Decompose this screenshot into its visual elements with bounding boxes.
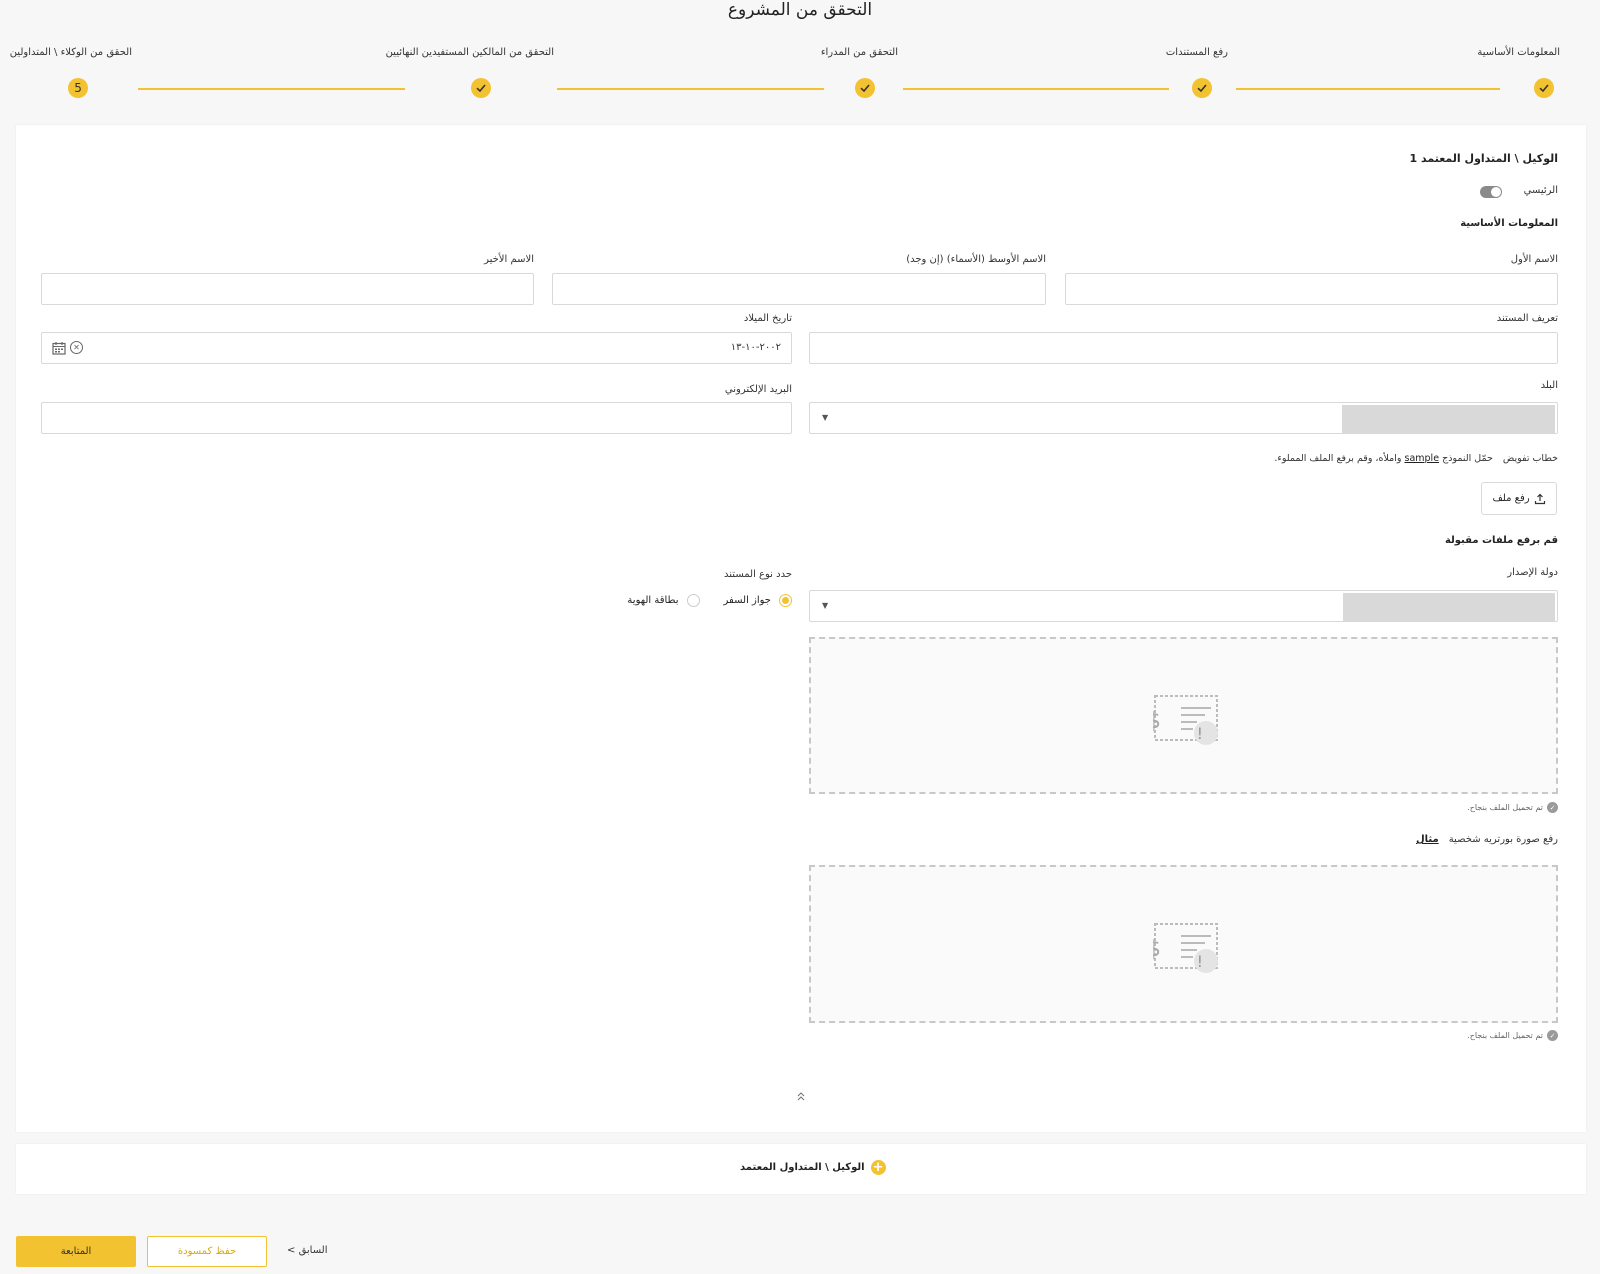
- upload-file-label: رفع ملف: [1492, 493, 1530, 504]
- country-select-value: [1342, 405, 1555, 433]
- portrait-example-link[interactable]: مثال: [1416, 834, 1439, 845]
- plus-icon: +: [870, 1160, 886, 1175]
- document-placeholder-icon: $ !: [1153, 923, 1218, 973]
- document-upload-success-text: تم تحميل الملف بنجاح.: [1467, 803, 1543, 812]
- issuing-country-select-value: [1343, 593, 1555, 621]
- sample-link[interactable]: sample: [1405, 453, 1440, 464]
- primary-toggle[interactable]: [1480, 186, 1502, 198]
- first-name-input[interactable]: [1065, 273, 1558, 305]
- middle-name-input[interactable]: [552, 273, 1046, 305]
- portrait-label: رفع صورة بورتريه شخصية: [1448, 834, 1558, 845]
- portrait-row: رفع صورة بورتريه شخصية مثال: [1416, 834, 1558, 845]
- country-label: البلد: [1540, 380, 1558, 391]
- step-4-check[interactable]: [471, 78, 491, 98]
- user-id-label: تعريف المستند: [1496, 313, 1558, 324]
- portrait-dropzone[interactable]: $ !: [809, 865, 1558, 1023]
- last-name-label: الاسم الأخير: [484, 254, 534, 265]
- step-2-check[interactable]: [1192, 78, 1212, 98]
- agent-section-title: الوكيل \ المتداول المعتمد 1: [1409, 152, 1558, 165]
- authorization-label: خطاب تفويض: [1502, 453, 1558, 464]
- save-draft-button[interactable]: حفظ كمسودة: [147, 1236, 267, 1267]
- id-card-radio-label[interactable]: بطاقة الهوية: [627, 595, 678, 606]
- email-label: البريد الإلكتروني: [724, 384, 792, 395]
- add-agent-label: الوكيل \ المتداول المعتمد: [740, 1162, 865, 1173]
- success-check-icon: ✓: [1547, 802, 1558, 813]
- passport-radio[interactable]: [779, 594, 792, 607]
- authorization-hint: حمّل النموذج sample واملأه، وقم برفع الم…: [1274, 453, 1492, 464]
- step-5-current[interactable]: 5: [68, 78, 88, 98]
- clear-icon[interactable]: ✕: [70, 341, 83, 354]
- check-icon: [1539, 84, 1549, 93]
- step-3-check[interactable]: [855, 78, 875, 98]
- accepted-files-title: قم برفع ملفات مقبولة: [1444, 535, 1558, 546]
- birth-date-value: ٢٠٠٢-١٠-١٣: [730, 342, 781, 353]
- check-icon: [1197, 84, 1207, 93]
- first-name-label: الاسم الأول: [1510, 254, 1558, 265]
- issuing-country-label: دولة الإصدار: [1507, 567, 1558, 578]
- calendar-icon[interactable]: [52, 341, 66, 355]
- upload-file-button[interactable]: رفع ملف: [1481, 482, 1557, 515]
- page-title: التحقق من المشروع: [727, 0, 873, 20]
- dropdown-caret-icon: ▼: [822, 601, 829, 610]
- svg-text:$: $: [1153, 937, 1161, 962]
- last-name-input[interactable]: [41, 273, 534, 305]
- document-upload-success: ✓ تم تحميل الملف بنجاح.: [1467, 802, 1558, 813]
- authorization-hint-before: حمّل النموذج: [1442, 453, 1493, 464]
- portrait-upload-success: ✓ تم تحميل الملف بنجاح.: [1467, 1030, 1558, 1041]
- svg-text:$: $: [1153, 709, 1161, 734]
- passport-radio-label[interactable]: جواز السفر: [724, 595, 771, 606]
- step-1-check[interactable]: [1534, 78, 1554, 98]
- user-id-input[interactable]: [809, 332, 1558, 364]
- step-label-basic-info: المعلومات الأساسية: [1477, 47, 1560, 58]
- step-label-documents: رفع المستندات: [1165, 47, 1228, 58]
- step-label-agents: الحقق من الوكلاء \ المتداولين: [9, 47, 132, 58]
- id-card-radio[interactable]: [686, 594, 700, 607]
- primary-toggle-label: الرئيسي: [1523, 185, 1558, 196]
- authorization-row: خطاب تفويض حمّل النموذج sample واملأه، و…: [1274, 453, 1558, 464]
- portrait-upload-success-text: تم تحميل الملف بنجاح.: [1467, 1031, 1543, 1040]
- back-link[interactable]: < السابق: [287, 1245, 327, 1256]
- upload-icon: [1534, 493, 1545, 504]
- svg-text:!: !: [1197, 952, 1203, 971]
- svg-text:!: !: [1197, 724, 1203, 743]
- step-connector: [1236, 88, 1500, 90]
- step-connector: [903, 88, 1169, 90]
- step-label-beneficial-owners: التحقق من المالكين المستفيدين النهائيين: [385, 47, 554, 58]
- middle-name-label: الاسم الأوسط (الأسماء) (إن وجد): [906, 254, 1046, 265]
- document-placeholder-icon: $ !: [1153, 695, 1218, 745]
- basic-info-title: المعلومات الأساسية: [1460, 218, 1558, 229]
- document-dropzone[interactable]: $ !: [809, 637, 1558, 794]
- country-select[interactable]: ▼: [809, 402, 1558, 434]
- continue-button[interactable]: المتابعة: [16, 1236, 136, 1267]
- collapse-chevrons-icon[interactable]: [795, 1090, 807, 1102]
- success-check-icon: ✓: [1547, 1030, 1558, 1041]
- step-connector: [138, 88, 405, 90]
- step-connector: [557, 88, 824, 90]
- birth-date-picker[interactable]: ٢٠٠٢-١٠-١٣ ✕: [41, 332, 792, 364]
- check-icon: [860, 84, 870, 93]
- document-type-radio-group: جواز السفر بطاقة الهوية: [627, 594, 792, 607]
- email-input[interactable]: [41, 402, 792, 434]
- step-label-managers: التحقق من المدراء: [820, 47, 898, 58]
- authorization-hint-after: واملأه، وقم برفع الملف المملوء.: [1274, 453, 1402, 464]
- dropdown-caret-icon: ▼: [822, 413, 829, 422]
- toggle-knob: [1491, 187, 1501, 197]
- check-icon: [476, 84, 486, 93]
- birth-date-label: تاريخ الميلاد: [743, 313, 792, 324]
- add-agent-button[interactable]: + الوكيل \ المتداول المعتمد: [740, 1160, 886, 1175]
- issuing-country-select[interactable]: ▼: [809, 590, 1558, 622]
- document-type-label: حدد نوع المستند: [724, 569, 792, 580]
